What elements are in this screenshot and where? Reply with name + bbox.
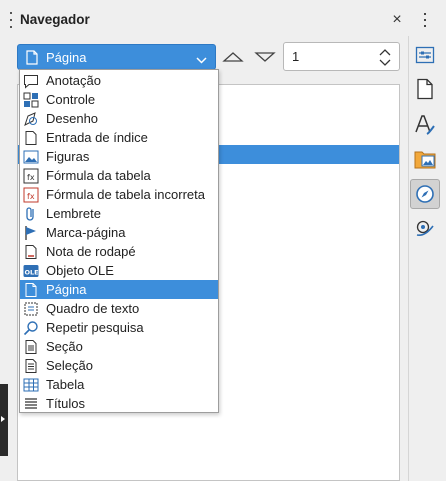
svg-text:fx: fx — [27, 173, 35, 182]
dropdown-item-label: Fórmula de tabela incorreta — [46, 187, 205, 202]
dropdown-item[interactable]: Seção — [20, 337, 218, 356]
dropdown-item-label: Quadro de texto — [46, 301, 140, 316]
dropdown-item-label: Nota de rodapé — [46, 244, 136, 259]
dropdown-item-label: Tabela — [46, 377, 85, 392]
divider — [408, 36, 409, 481]
page-icon — [26, 49, 38, 65]
dropdown-item[interactable]: Entrada de índice — [20, 128, 218, 147]
dropdown-item[interactable]: Figuras — [20, 147, 218, 166]
selection-icon — [23, 358, 39, 374]
search-icon — [23, 320, 39, 336]
text-frame-icon — [23, 301, 39, 317]
dropdown-item-label: Controle — [46, 92, 96, 107]
dropdown-item-label: Objeto OLE — [46, 263, 114, 278]
index-entry-icon — [23, 130, 39, 146]
previous-button[interactable] — [222, 47, 244, 67]
dropdown-item[interactable]: fx Fórmula de tabela incorreta — [20, 185, 218, 204]
dropdown-item[interactable]: Controle — [20, 90, 218, 109]
dropdown-item[interactable]: Desenho — [20, 109, 218, 128]
dropdown-item-label: Seção — [46, 339, 83, 354]
dropdown-item-label: Entrada de índice — [46, 130, 148, 145]
dropdown-item[interactable]: Marca-página — [20, 223, 218, 242]
page-icon — [23, 282, 39, 298]
page-number-value[interactable]: 1 — [292, 49, 299, 64]
dropdown-item[interactable]: Anotação — [20, 71, 218, 90]
panel-title: Navegador — [20, 12, 90, 27]
table-formula-icon: fx — [23, 168, 39, 184]
dropdown-item[interactable]: Quadro de texto — [20, 299, 218, 318]
reminder-icon — [23, 206, 39, 222]
spin-down-icon[interactable] — [379, 58, 391, 68]
dropdown-item[interactable]: Seleção — [20, 356, 218, 375]
table-formula-error-icon: fx — [23, 187, 39, 203]
manage-changes-icon[interactable] — [410, 214, 440, 244]
dropdown-item-label: Lembrete — [46, 206, 101, 221]
dropdown-item-label: Marca-página — [46, 225, 126, 240]
navigate-by-select[interactable]: Página — [17, 44, 216, 70]
table-icon — [23, 377, 39, 393]
arrow-down-icon — [254, 52, 276, 62]
more-options-icon[interactable] — [423, 13, 427, 27]
footnote-icon — [23, 244, 39, 260]
dropdown-item[interactable]: Lembrete — [20, 204, 218, 223]
dropdown-item[interactable]: Tabela — [20, 375, 218, 394]
close-icon[interactable]: × — [388, 11, 406, 29]
dropdown-item[interactable]: Nota de rodapé — [20, 242, 218, 261]
arrow-up-icon — [222, 52, 244, 62]
page-deck-icon[interactable] — [410, 74, 440, 104]
next-button[interactable] — [254, 47, 276, 67]
ole-object-icon: OLE — [23, 263, 39, 279]
svg-text:fx: fx — [27, 192, 35, 201]
properties-icon[interactable] — [410, 40, 440, 70]
dropdown-item[interactable]: fx Fórmula da tabela — [20, 166, 218, 185]
headings-icon — [23, 396, 39, 412]
styles-icon[interactable] — [410, 110, 440, 140]
drag-grip-icon[interactable] — [10, 12, 13, 28]
sidebar-collapse-handle[interactable] — [0, 384, 8, 456]
dropdown-item-label: Repetir pesquisa — [46, 320, 144, 335]
image-icon — [23, 149, 39, 165]
dropdown-item-label: Títulos — [46, 396, 86, 411]
comment-icon — [23, 73, 39, 89]
dropdown-item-label: Anotação — [46, 73, 101, 88]
dropdown-item-label: Desenho — [46, 111, 99, 126]
navigate-by-dropdown[interactable]: Anotação Controle Desenho Entrada de índice… — [19, 69, 219, 413]
dropdown-item[interactable]: OLE Objeto OLE — [20, 261, 218, 280]
gallery-icon[interactable] — [410, 144, 440, 174]
control-icon — [23, 92, 39, 108]
svg-text:OLE: OLE — [25, 268, 39, 276]
navigator-icon[interactable] — [410, 179, 440, 209]
navigate-by-value: Página — [46, 49, 87, 65]
dropdown-item[interactable]: Títulos — [20, 394, 218, 413]
chevron-down-icon — [196, 52, 207, 67]
dropdown-item[interactable]: Página — [20, 280, 218, 299]
spin-up-icon[interactable] — [379, 47, 391, 57]
expand-arrow-icon — [1, 416, 5, 422]
drawing-icon — [23, 111, 39, 127]
dropdown-item-label: Seleção — [46, 358, 93, 373]
page-number-spinbox[interactable]: 1 — [283, 42, 400, 71]
dropdown-item-label: Figuras — [46, 149, 90, 164]
section-icon — [23, 339, 39, 355]
dropdown-item-label: Fórmula da tabela — [46, 168, 151, 183]
bookmark-icon — [23, 225, 39, 241]
dropdown-item-label: Página — [46, 282, 87, 297]
dropdown-item[interactable]: Repetir pesquisa — [20, 318, 218, 337]
